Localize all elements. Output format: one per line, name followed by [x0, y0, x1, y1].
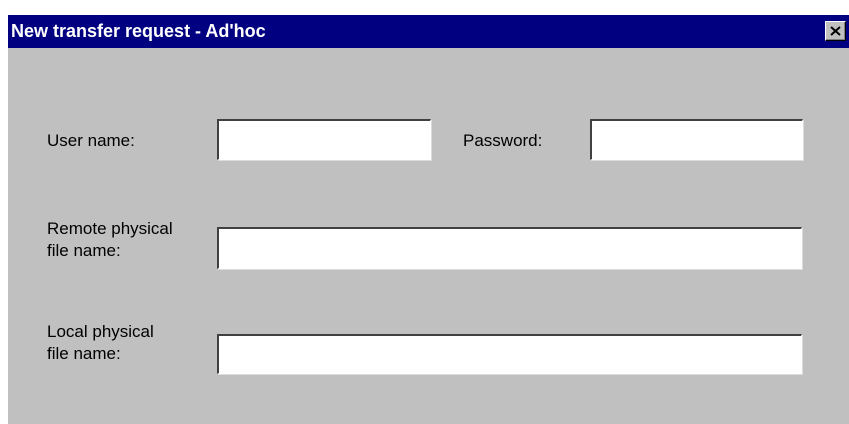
username-input[interactable] [217, 119, 431, 160]
remote-file-input[interactable] [217, 227, 802, 269]
close-icon [830, 26, 841, 36]
local-file-label-line1: Local physical [47, 322, 154, 341]
username-label: User name: [47, 131, 135, 150]
close-button[interactable] [825, 21, 846, 41]
transfer-request-dialog: New transfer request - Ad'hoc User name:… [8, 15, 849, 424]
remote-file-label-line1: Remote physical [47, 219, 173, 238]
local-file-input[interactable] [217, 334, 802, 374]
remote-file-label-line2: file name: [47, 241, 121, 260]
local-file-label-line2: file name: [47, 344, 121, 363]
window-title: New transfer request - Ad'hoc [11, 21, 266, 41]
password-label: Password: [463, 131, 543, 150]
title-bar: New transfer request - Ad'hoc [8, 15, 849, 48]
password-input[interactable] [590, 119, 803, 160]
